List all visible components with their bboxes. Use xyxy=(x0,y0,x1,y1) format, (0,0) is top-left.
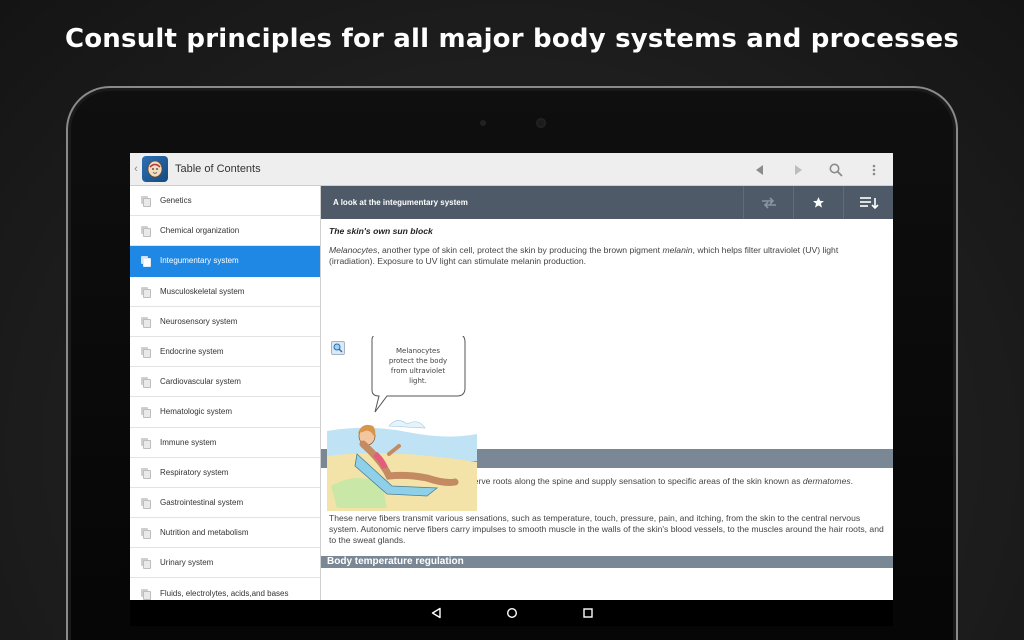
app-logo-icon[interactable] xyxy=(142,156,168,182)
document-icon xyxy=(141,407,151,419)
term: Melanocytes xyxy=(329,245,378,256)
document-icon xyxy=(141,286,151,298)
toc-item-respiratory-system[interactable]: Respiratory system xyxy=(130,458,320,488)
document-icon xyxy=(141,316,151,328)
term: dermatomes xyxy=(802,475,851,486)
toc-item-musculoskeletal-system[interactable]: Musculoskeletal system xyxy=(130,277,320,307)
toc-item-label: Urinary system xyxy=(160,558,214,568)
toc-item-label: Musculoskeletal system xyxy=(160,286,245,296)
back-icon[interactable] xyxy=(398,600,474,626)
document-icon xyxy=(141,347,151,359)
document-icon xyxy=(141,226,151,238)
system-nav-bar xyxy=(130,600,893,626)
sunbathing-illustration: Melanocytes protect the body from ultrav… xyxy=(321,268,893,511)
toc-item-label: Endocrine system xyxy=(160,347,224,357)
document-icon xyxy=(141,256,151,268)
term: melanin xyxy=(662,245,693,256)
headline: Consult principles for all major body sy… xyxy=(64,24,960,54)
bubble-text: protect the body xyxy=(389,357,447,365)
toc-item-label: Nutrition and metabolism xyxy=(160,528,249,538)
toc-item-endocrine-system[interactable]: Endocrine system xyxy=(130,337,320,368)
swap-icon[interactable] xyxy=(743,186,793,219)
toc-item-urinary-system[interactable]: Urinary system xyxy=(130,548,320,579)
star-icon[interactable] xyxy=(793,186,843,219)
toc-item-genetics[interactable]: Genetics xyxy=(130,186,320,217)
toc-item-neurosensory-system[interactable]: Neurosensory system xyxy=(130,307,320,337)
home-icon[interactable] xyxy=(474,600,550,626)
toc-item-integumentary-system[interactable]: Integumentary system xyxy=(130,246,320,277)
search-icon[interactable] xyxy=(817,153,855,186)
section-bar: Body temperature regulation xyxy=(321,555,893,568)
app-screen: ‹ Table of Contents Genetics Chemical or… xyxy=(130,153,893,626)
up-chevron-icon[interactable]: ‹ xyxy=(132,153,140,186)
recents-icon[interactable] xyxy=(550,600,626,626)
content-title: A look at the integumentary system xyxy=(333,198,468,207)
toc-item-label: Immune system xyxy=(160,437,217,447)
content-header: A look at the integumentary system xyxy=(321,186,893,219)
toc-item-gastrointestinal-system[interactable]: Gastrointestinal system xyxy=(130,488,320,519)
bubble-text: from ultraviolet xyxy=(391,367,445,375)
toc-item-nutrition-and-metabolism[interactable]: Nutrition and metabolism xyxy=(130,518,320,549)
toc-item-fluids-electrolytes[interactable]: Fluids, electrolytes, acids,and bases xyxy=(130,578,320,600)
bubble-text: light. xyxy=(409,377,427,385)
next-icon[interactable] xyxy=(779,153,817,186)
paragraph: Melanocytes, another type of skin cell, … xyxy=(329,245,885,267)
toc-sidebar: Genetics Chemical organization Integumen… xyxy=(130,186,321,600)
cartoon-figure: Melanocytes protect the body from ultrav… xyxy=(327,335,477,511)
toc-item-label: Chemical organization xyxy=(160,226,240,236)
toc-item-label: Respiratory system xyxy=(160,467,229,477)
toc-item-label: Hematologic system xyxy=(160,407,233,417)
toc-item-chemical-organization[interactable]: Chemical organization xyxy=(130,216,320,247)
document-icon xyxy=(141,588,151,600)
paragraph-text: . xyxy=(850,475,854,486)
prev-icon[interactable] xyxy=(741,153,779,186)
app-bar: ‹ Table of Contents xyxy=(130,153,893,186)
app-title: Table of Contents xyxy=(175,163,261,175)
document-icon xyxy=(141,437,151,449)
toc-item-cardiovascular-system[interactable]: Cardiovascular system xyxy=(130,367,320,398)
toc-item-label: Neurosensory system xyxy=(160,316,238,326)
toc-item-label: Integumentary system xyxy=(160,256,239,266)
toc-item-label: Gastrointestinal system xyxy=(160,497,244,507)
toc-item-label: Genetics xyxy=(160,196,192,206)
sensor-dot xyxy=(480,120,486,126)
toc-item-label: Fluids, electrolytes, acids,and bases xyxy=(160,588,289,598)
bubble-text: Melanocytes xyxy=(396,347,440,355)
document-icon xyxy=(141,558,151,570)
document-icon xyxy=(141,196,151,208)
document-icon xyxy=(141,528,151,540)
sort-list-icon[interactable] xyxy=(843,186,893,219)
paragraph-text: , another type of skin cell, protect the… xyxy=(377,245,663,256)
front-camera xyxy=(536,118,546,128)
content-pane: A look at the integumentary system The s… xyxy=(321,186,893,600)
overflow-menu-icon[interactable] xyxy=(855,153,893,186)
toc-item-label: Cardiovascular system xyxy=(160,377,241,387)
paragraph: These nerve fibers transmit various sens… xyxy=(329,513,884,546)
toc-item-immune-system[interactable]: Immune system xyxy=(130,428,320,458)
document-icon xyxy=(141,497,151,509)
document-icon xyxy=(141,377,151,389)
document-icon xyxy=(141,467,151,479)
section-heading: The skin's own sun block xyxy=(329,226,433,236)
toc-item-hematologic-system[interactable]: Hematologic system xyxy=(130,397,320,428)
